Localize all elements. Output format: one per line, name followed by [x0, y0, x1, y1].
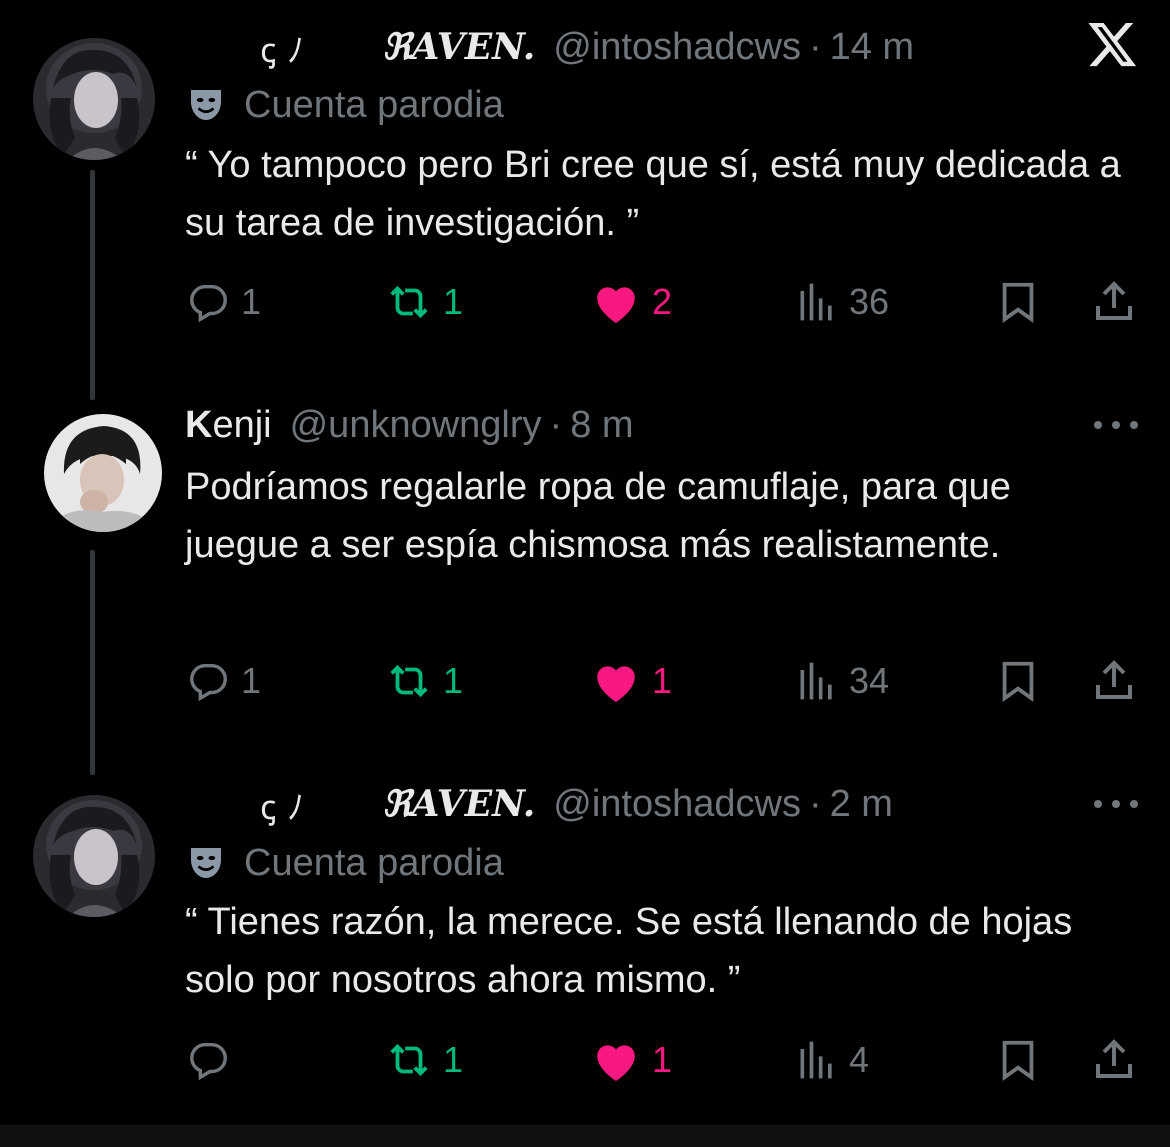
repost-icon — [390, 285, 428, 319]
views-count: 34 — [849, 660, 890, 701]
views-button[interactable]: 34 — [795, 651, 889, 711]
reply-icon — [190, 1042, 227, 1081]
bookmark-icon — [1002, 661, 1034, 702]
like-count: 2 — [652, 281, 673, 322]
bookmark-button[interactable] — [995, 1030, 1041, 1090]
tweet-header: ꞔ ﾉ ℜAVEN. @intoshadcws · 14 m — [185, 22, 914, 72]
timestamp[interactable]: 14 m — [830, 26, 914, 69]
more-options-icon[interactable] — [1094, 415, 1138, 435]
parody-text: Cuenta parodia — [244, 83, 504, 126]
heart-icon — [597, 1045, 635, 1081]
views-button[interactable]: 36 — [795, 272, 889, 332]
reply-count: 1 — [241, 281, 262, 322]
views-count: 36 — [849, 281, 890, 322]
share-button[interactable] — [1090, 1030, 1138, 1090]
action-bar: 1 1 4 — [185, 1030, 1145, 1090]
views-icon — [800, 283, 832, 321]
repost-count: 1 — [443, 1039, 464, 1080]
parody-label: Cuenta parodia — [186, 80, 504, 130]
like-count: 1 — [652, 660, 673, 701]
tweet-header: Kenji @unknownglry · 8 m — [185, 400, 634, 450]
bookmark-button[interactable] — [995, 651, 1041, 711]
display-name-rest: enji — [212, 403, 272, 446]
share-button[interactable] — [1090, 272, 1138, 332]
tweet-text: Podríamos regalarle ropa de camuflaje, p… — [185, 466, 1011, 566]
tweet[interactable]: Kenji @unknownglry · 8 m Podríamos regal… — [0, 380, 1170, 760]
repost-button[interactable]: 1 — [385, 272, 463, 332]
separator: · — [549, 403, 563, 446]
bookmark-icon — [1002, 282, 1034, 323]
tweet[interactable]: ꞔ ﾉ ℜAVEN. @intoshadcws · 2 m Cuenta par… — [0, 760, 1170, 1130]
action-bar: 1 1 1 34 — [185, 651, 1145, 711]
reply-icon — [190, 284, 227, 323]
share-button[interactable] — [1090, 651, 1138, 711]
reply-button[interactable] — [185, 1030, 241, 1090]
bookmark-icon — [1002, 1040, 1034, 1081]
share-icon — [1096, 660, 1132, 699]
more-options-icon[interactable] — [1094, 794, 1138, 814]
timestamp[interactable]: 2 m — [830, 783, 893, 826]
repost-button[interactable]: 1 — [385, 1030, 463, 1090]
avatar[interactable] — [44, 414, 162, 532]
share-icon — [1096, 281, 1132, 320]
parody-text: Cuenta parodia — [244, 841, 504, 884]
tweet[interactable]: ꞔ ﾉ ℜAVEN. @intoshadcws · 14 m Cuenta pa… — [0, 0, 1170, 380]
timestamp[interactable]: 8 m — [570, 404, 633, 447]
like-button[interactable]: 2 — [590, 272, 672, 332]
display-name[interactable]: ℜAVEN. — [382, 26, 535, 68]
tweet-text: “ Tienes razón, la merece. Se está llena… — [185, 901, 1073, 1001]
theater-mask-icon — [191, 90, 221, 120]
heart-icon — [597, 666, 635, 702]
separator: · — [808, 25, 822, 68]
display-name[interactable]: ℜAVEN. — [382, 783, 535, 825]
repost-button[interactable]: 1 — [385, 651, 463, 711]
views-icon — [800, 1041, 832, 1079]
views-icon — [800, 662, 832, 700]
theater-mask-icon — [191, 848, 221, 878]
repost-icon — [390, 664, 428, 698]
user-handle[interactable]: @intoshadcws — [553, 26, 801, 69]
separator: · — [808, 782, 822, 825]
display-name[interactable]: Kenji — [185, 404, 272, 447]
views-button[interactable]: 4 — [795, 1030, 869, 1090]
name-decoration: ꞔ ﾉ — [260, 30, 305, 71]
bottom-divider — [0, 1125, 1170, 1147]
avatar[interactable] — [33, 38, 155, 160]
heart-icon — [597, 287, 635, 323]
reply-icon — [190, 663, 227, 702]
tweet-text: “ Yo tampoco pero Bri cree que sí, está … — [185, 144, 1121, 244]
parody-label: Cuenta parodia — [186, 838, 504, 888]
repost-count: 1 — [443, 660, 464, 701]
tweet-header: ꞔ ﾉ ℜAVEN. @intoshadcws · 2 m — [185, 779, 893, 829]
like-button[interactable]: 1 — [590, 651, 672, 711]
reply-button[interactable]: 1 — [185, 651, 261, 711]
like-button[interactable]: 1 — [590, 1030, 672, 1090]
share-icon — [1096, 1039, 1132, 1078]
avatar[interactable] — [33, 795, 155, 917]
repost-icon — [390, 1043, 428, 1077]
repost-count: 1 — [443, 281, 464, 322]
action-bar: 1 1 2 36 — [185, 272, 1145, 332]
user-handle[interactable]: @intoshadcws — [553, 783, 801, 826]
name-decoration: ꞔ ﾉ — [260, 787, 305, 828]
user-handle[interactable]: @unknownglry — [290, 404, 542, 447]
reply-count: 1 — [241, 660, 262, 701]
like-count: 1 — [652, 1039, 673, 1080]
display-name-initial: K — [185, 403, 213, 446]
views-count: 4 — [849, 1039, 870, 1080]
reply-button[interactable]: 1 — [185, 272, 261, 332]
bookmark-button[interactable] — [995, 272, 1041, 332]
